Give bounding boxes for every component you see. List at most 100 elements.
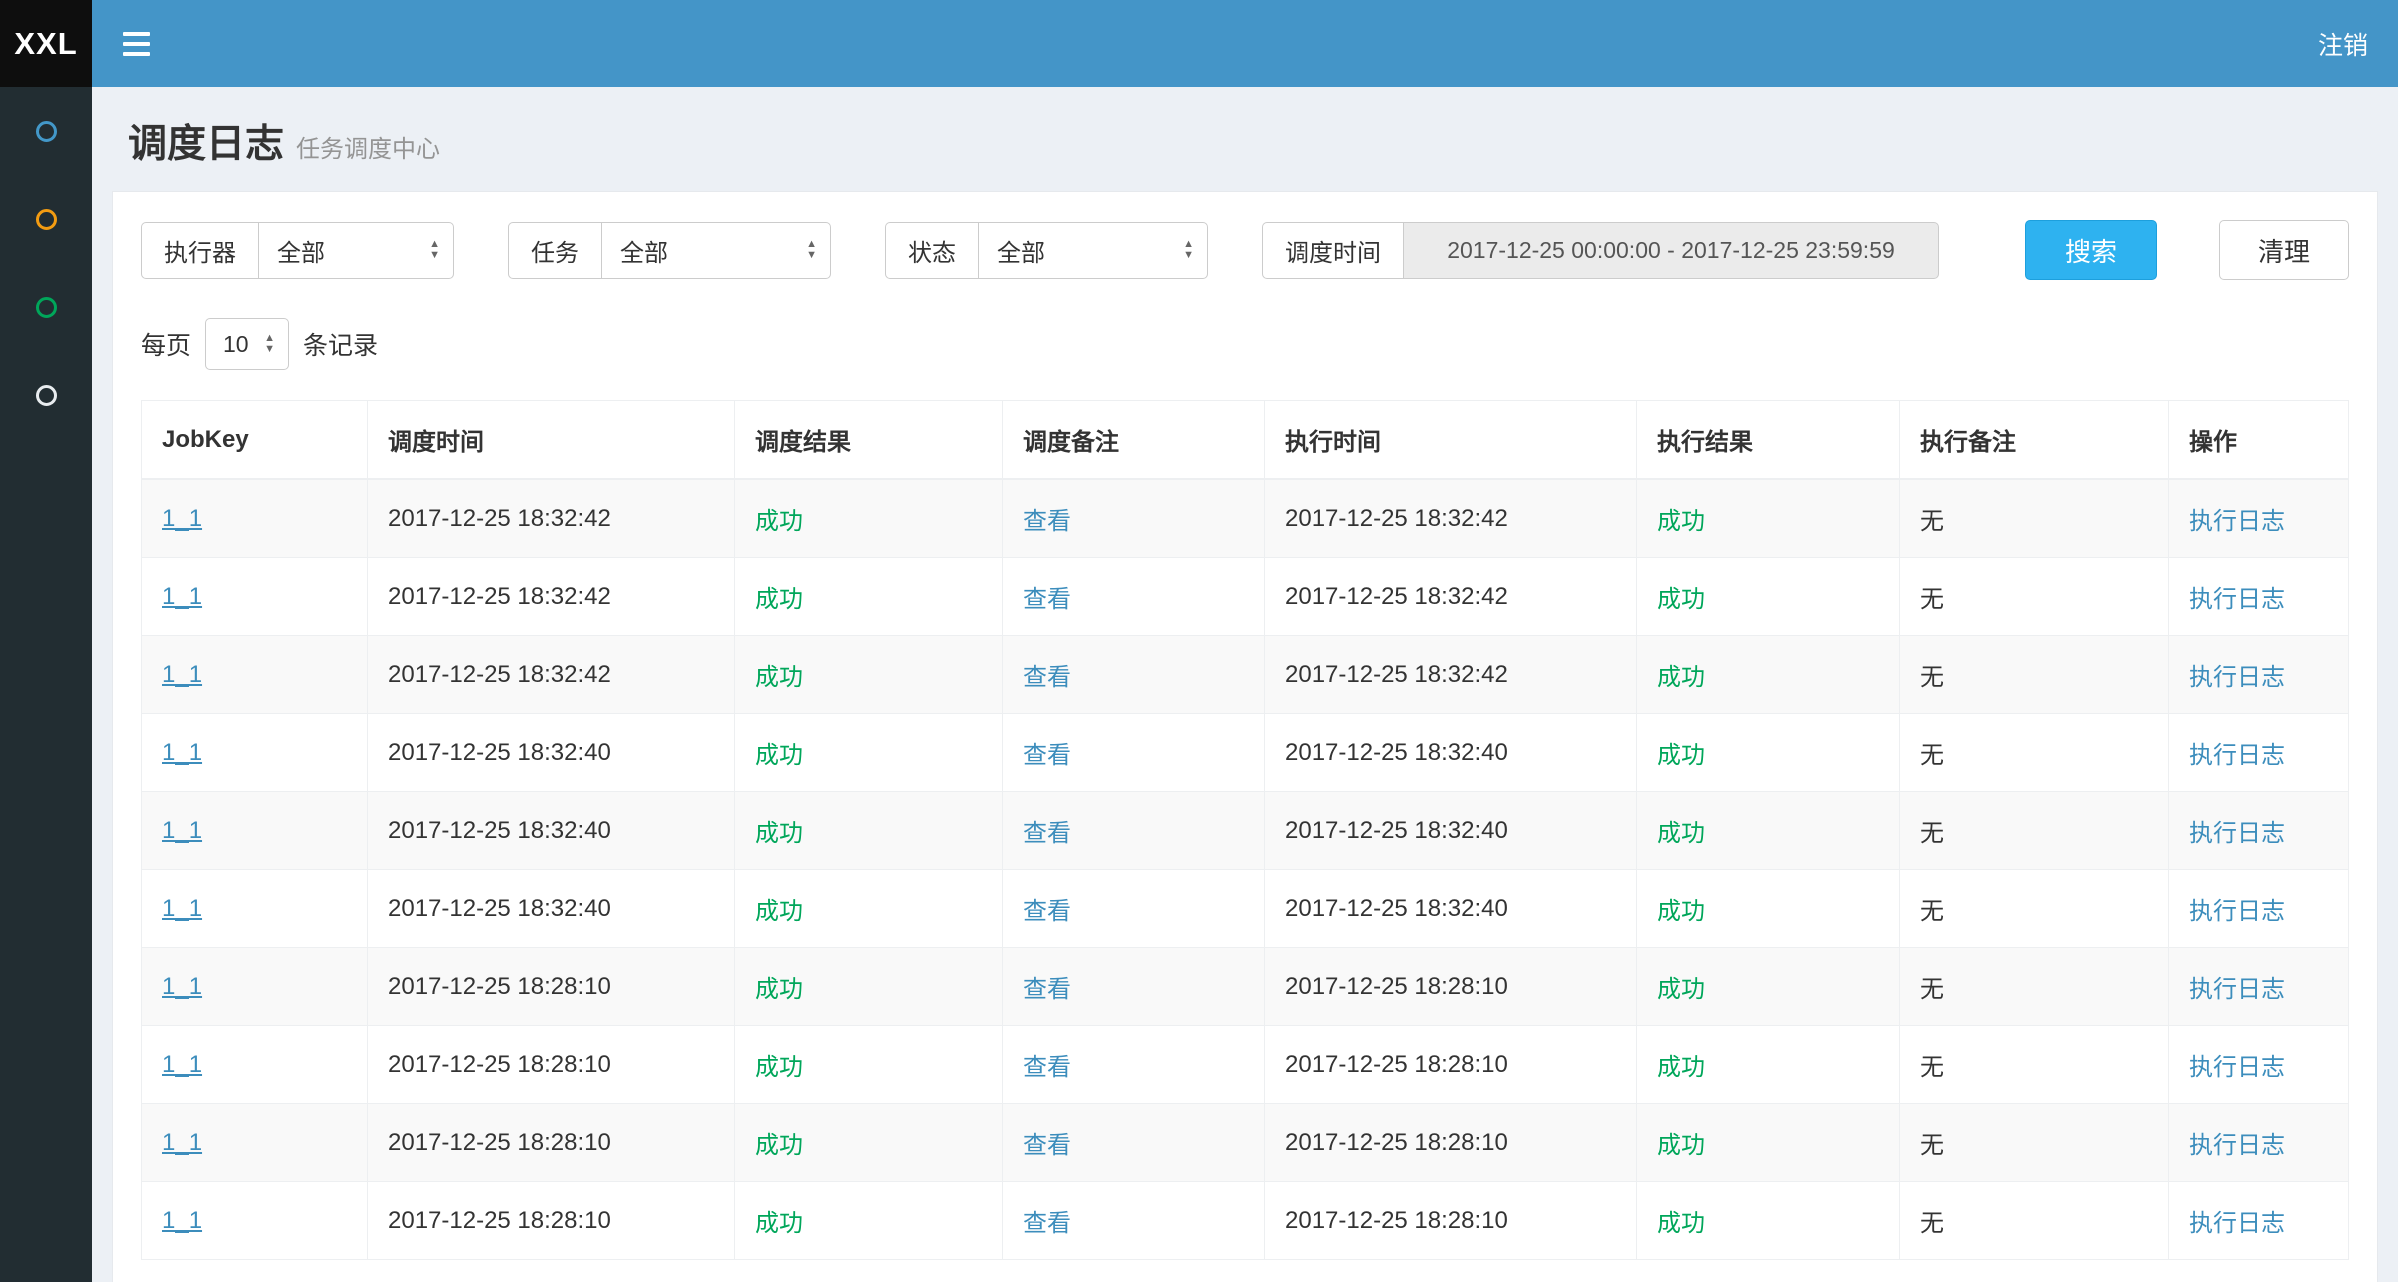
- jobkey-link[interactable]: 1_1: [162, 661, 202, 688]
- jobkey-link[interactable]: 1_1: [162, 1051, 202, 1078]
- clear-button[interactable]: 清理: [2219, 220, 2349, 280]
- job-select[interactable]: 全部: [601, 222, 831, 279]
- trigger-time-cell: 2017-12-25 18:28:10: [368, 1026, 735, 1104]
- handle-msg-cell: 无: [1900, 1104, 2169, 1182]
- jobkey-link[interactable]: 1_1: [162, 817, 202, 844]
- handle-result-cell: 成功: [1637, 948, 1900, 1026]
- jobkey-link[interactable]: 1_1: [162, 1207, 202, 1234]
- column-header-trigger-time: 调度时间: [368, 401, 735, 480]
- handle-time-cell: 2017-12-25 18:32:42: [1265, 479, 1637, 558]
- sidebar-toggle-button[interactable]: [100, 0, 172, 87]
- hamburger-icon: [123, 42, 150, 46]
- logout-link[interactable]: 注销: [2288, 26, 2398, 62]
- trigger-result-cell: 成功: [735, 1026, 1003, 1104]
- handle-msg-cell: 无: [1900, 1182, 2169, 1260]
- content-header: 调度日志任务调度中心: [92, 87, 2398, 185]
- handle-time-cell: 2017-12-25 18:32:40: [1265, 870, 1637, 948]
- handle-result-cell: 成功: [1637, 1182, 1900, 1260]
- exec-log-link[interactable]: 执行日志: [2189, 1210, 2285, 1237]
- jobkey-link[interactable]: 1_1: [162, 973, 202, 1000]
- handle-msg-cell: 无: [1900, 792, 2169, 870]
- trigger-msg-link[interactable]: 查看: [1023, 664, 1071, 691]
- exec-log-link[interactable]: 执行日志: [2189, 898, 2285, 925]
- jobkey-link[interactable]: 1_1: [162, 739, 202, 766]
- handle-result-cell: 成功: [1637, 479, 1900, 558]
- page-title: 调度日志任务调度中心: [128, 123, 440, 166]
- main-layout: 调度日志任务调度中心 执行器 全部 任务 全部 状态 全部: [0, 87, 2398, 1282]
- sidebar-item-1[interactable]: [0, 87, 92, 175]
- handle-msg-cell: 无: [1900, 870, 2169, 948]
- table-row: 1_1 2017-12-25 18:32:40 成功 查看 2017-12-25…: [142, 792, 2349, 870]
- sidebar: [0, 87, 92, 1282]
- exec-log-link[interactable]: 执行日志: [2189, 976, 2285, 1003]
- trigger-msg-link[interactable]: 查看: [1023, 898, 1071, 925]
- search-button[interactable]: 搜索: [2025, 220, 2157, 280]
- hamburger-icon: [123, 52, 150, 56]
- table-row: 1_1 2017-12-25 18:32:42 成功 查看 2017-12-25…: [142, 636, 2349, 714]
- circle-icon: [36, 209, 57, 230]
- content-area: 调度日志任务调度中心 执行器 全部 任务 全部 状态 全部: [92, 87, 2398, 1282]
- exec-log-link[interactable]: 执行日志: [2189, 742, 2285, 769]
- trigger-result-cell: 成功: [735, 636, 1003, 714]
- executor-filter-group: 执行器 全部: [141, 222, 454, 279]
- jobkey-link[interactable]: 1_1: [162, 583, 202, 610]
- status-select[interactable]: 全部: [978, 222, 1208, 279]
- per-page-prefix: 每页: [141, 326, 191, 362]
- trigger-result-cell: 成功: [735, 870, 1003, 948]
- trigger-msg-link[interactable]: 查看: [1023, 976, 1071, 1003]
- trigger-time-cell: 2017-12-25 18:28:10: [368, 1182, 735, 1260]
- trigger-msg-link[interactable]: 查看: [1023, 742, 1071, 769]
- log-panel: 执行器 全部 任务 全部 状态 全部 调度时间 搜索: [112, 191, 2378, 1282]
- per-page-select[interactable]: 10: [205, 318, 289, 370]
- trigger-msg-link[interactable]: 查看: [1023, 820, 1071, 847]
- handle-msg-cell: 无: [1900, 1026, 2169, 1104]
- column-header-handle-msg: 执行备注: [1900, 401, 2169, 480]
- handle-result-cell: 成功: [1637, 636, 1900, 714]
- exec-log-link[interactable]: 执行日志: [2189, 508, 2285, 535]
- handle-time-cell: 2017-12-25 18:32:42: [1265, 636, 1637, 714]
- table-row: 1_1 2017-12-25 18:32:42 成功 查看 2017-12-25…: [142, 479, 2349, 558]
- log-table-header: JobKey 调度时间 调度结果 调度备注 执行时间 执行结果 执行备注 操作: [142, 401, 2349, 480]
- jobkey-link[interactable]: 1_1: [162, 505, 202, 532]
- column-header-jobkey: JobKey: [142, 401, 368, 480]
- exec-log-link[interactable]: 执行日志: [2189, 820, 2285, 847]
- trigger-time-cell: 2017-12-25 18:32:42: [368, 636, 735, 714]
- filter-toolbar: 执行器 全部 任务 全部 状态 全部 调度时间 搜索: [141, 220, 2349, 280]
- sidebar-item-4[interactable]: [0, 351, 92, 439]
- jobkey-link[interactable]: 1_1: [162, 1129, 202, 1156]
- table-row: 1_1 2017-12-25 18:28:10 成功 查看 2017-12-25…: [142, 948, 2349, 1026]
- trigger-msg-link[interactable]: 查看: [1023, 1210, 1071, 1237]
- handle-msg-cell: 无: [1900, 558, 2169, 636]
- exec-log-link[interactable]: 执行日志: [2189, 586, 2285, 613]
- table-row: 1_1 2017-12-25 18:32:40 成功 查看 2017-12-25…: [142, 714, 2349, 792]
- job-filter-group: 任务 全部: [508, 222, 831, 279]
- log-panel-body: 执行器 全部 任务 全部 状态 全部 调度时间 搜索: [113, 192, 2377, 1282]
- handle-time-cell: 2017-12-25 18:28:10: [1265, 948, 1637, 1026]
- trigger-msg-link[interactable]: 查看: [1023, 508, 1071, 535]
- trigger-result-cell: 成功: [735, 1104, 1003, 1182]
- trigger-time-range-input[interactable]: [1403, 222, 1939, 279]
- column-header-trigger-msg: 调度备注: [1003, 401, 1265, 480]
- handle-msg-cell: 无: [1900, 636, 2169, 714]
- sidebar-item-3[interactable]: [0, 263, 92, 351]
- app-logo[interactable]: XXL: [0, 0, 92, 87]
- trigger-result-cell: 成功: [735, 714, 1003, 792]
- circle-icon: [36, 385, 57, 406]
- log-table: JobKey 调度时间 调度结果 调度备注 执行时间 执行结果 执行备注 操作 …: [141, 400, 2349, 1260]
- exec-log-link[interactable]: 执行日志: [2189, 1054, 2285, 1081]
- trigger-time-cell: 2017-12-25 18:32:42: [368, 479, 735, 558]
- sidebar-item-2[interactable]: [0, 175, 92, 263]
- handle-time-cell: 2017-12-25 18:32:42: [1265, 558, 1637, 636]
- jobkey-link[interactable]: 1_1: [162, 895, 202, 922]
- trigger-msg-link[interactable]: 查看: [1023, 586, 1071, 613]
- column-header-handle-result: 执行结果: [1637, 401, 1900, 480]
- status-filter-label: 状态: [885, 222, 978, 279]
- trigger-result-cell: 成功: [735, 1182, 1003, 1260]
- top-navbar: XXL 注销: [0, 0, 2398, 87]
- handle-time-cell: 2017-12-25 18:32:40: [1265, 792, 1637, 870]
- trigger-msg-link[interactable]: 查看: [1023, 1054, 1071, 1081]
- exec-log-link[interactable]: 执行日志: [2189, 1132, 2285, 1159]
- trigger-msg-link[interactable]: 查看: [1023, 1132, 1071, 1159]
- executor-select[interactable]: 全部: [258, 222, 454, 279]
- exec-log-link[interactable]: 执行日志: [2189, 664, 2285, 691]
